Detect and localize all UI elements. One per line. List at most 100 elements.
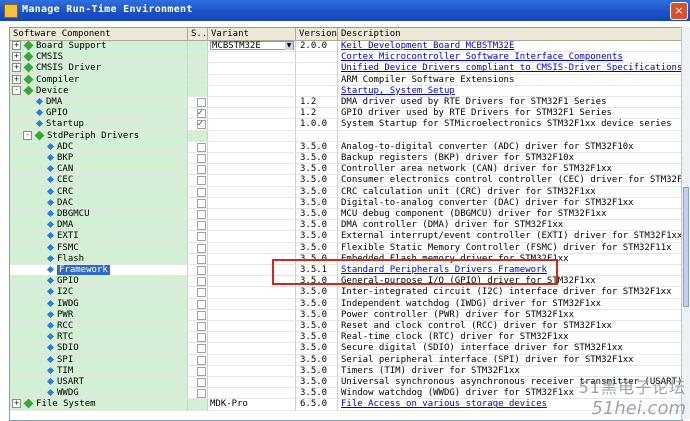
variant-cell[interactable] <box>208 220 296 232</box>
select-checkbox[interactable] <box>197 108 206 119</box>
table-row[interactable]: CAN 3.5.0 Controller area network (CAN) dr… <box>10 164 682 176</box>
select-checkbox[interactable] <box>197 310 206 320</box>
component-cell[interactable]: RCC <box>10 321 188 333</box>
component-cell[interactable]: GPIO <box>10 108 188 120</box>
variant-cell[interactable] <box>208 309 296 321</box>
select-checkbox[interactable] <box>197 333 206 343</box>
component-cell[interactable]: I2C <box>10 287 188 299</box>
component-cell[interactable]: CRC <box>10 186 188 198</box>
select-checkbox[interactable] <box>197 142 206 152</box>
select-cell[interactable] <box>188 220 208 232</box>
table-row[interactable]: ADC 3.5.0 Analog-to-digital converter (ADC… <box>10 141 682 153</box>
select-cell[interactable] <box>188 197 208 209</box>
table-row[interactable]: DMA 1.2 DMA driver used by RTE Drivers for… <box>10 97 682 109</box>
variant-cell[interactable] <box>208 74 296 86</box>
table-row[interactable]: - Device Startup, System Setup <box>10 85 682 97</box>
description-cell[interactable]: Keil Development Board MCBSTM32E <box>338 41 682 53</box>
description-link[interactable]: File Access on various storage devices <box>341 399 547 409</box>
table-row[interactable]: IWDG 3.5.0 Independent watchdog (IWDG) dri… <box>10 298 682 310</box>
component-cell[interactable]: + File System <box>10 399 188 411</box>
variant-cell[interactable] <box>208 97 296 109</box>
variant-cell[interactable] <box>208 52 296 64</box>
component-cell[interactable]: Framework <box>10 265 188 277</box>
select-checkbox[interactable] <box>197 221 206 231</box>
variant-cell[interactable] <box>208 377 296 389</box>
select-checkbox[interactable] <box>197 266 206 275</box>
variant-cell[interactable] <box>208 175 296 187</box>
select-checkbox[interactable] <box>197 165 206 175</box>
select-cell[interactable] <box>188 108 208 120</box>
select-cell[interactable] <box>188 52 208 64</box>
table-row[interactable]: BKP 3.5.0 Backup registers (BKP) driver fo… <box>10 153 682 165</box>
select-cell[interactable] <box>188 332 208 344</box>
component-cell[interactable]: + Board Support <box>10 41 188 53</box>
table-row[interactable]: RCC 3.5.0 Reset and clock control (RCC) dr… <box>10 321 682 333</box>
select-checkbox[interactable] <box>197 299 206 309</box>
variant-cell[interactable] <box>208 343 296 355</box>
select-cell[interactable] <box>188 85 208 97</box>
table-row[interactable]: EXTI 3.5.0 External interrupt/event contro… <box>10 231 682 243</box>
component-cell[interactable]: RTC <box>10 332 188 344</box>
select-checkbox[interactable] <box>197 119 206 130</box>
select-cell[interactable] <box>188 63 208 75</box>
close-button[interactable]: × <box>670 2 688 20</box>
variant-cell[interactable]: MDK-Pro <box>208 399 296 411</box>
select-cell[interactable] <box>188 141 208 153</box>
variant-cell[interactable] <box>208 365 296 377</box>
select-checkbox[interactable] <box>197 154 206 163</box>
description-cell[interactable]: Cortex Microcontroller Software Interfac… <box>338 52 682 64</box>
select-checkbox[interactable] <box>197 98 206 107</box>
component-cell[interactable]: + CMSIS Driver <box>10 63 188 75</box>
select-checkbox[interactable] <box>197 378 206 387</box>
select-cell[interactable] <box>188 298 208 310</box>
select-checkbox[interactable] <box>197 243 206 253</box>
select-cell[interactable] <box>188 354 208 366</box>
variant-cell[interactable] <box>208 63 296 75</box>
variant-cell[interactable] <box>208 197 296 209</box>
variant-cell[interactable] <box>208 242 296 254</box>
component-cell[interactable]: USART <box>10 377 188 389</box>
table-row[interactable]: DAC 3.5.0 Digital-to-analog converter (DAC… <box>10 197 682 209</box>
select-cell[interactable] <box>188 276 208 288</box>
description-cell[interactable]: Unified Device Drivers compliant to CMSI… <box>338 63 682 75</box>
variant-cell[interactable] <box>208 388 296 400</box>
select-cell[interactable] <box>188 377 208 389</box>
variant-cell[interactable] <box>208 164 296 176</box>
variant-cell[interactable] <box>208 287 296 299</box>
select-checkbox[interactable] <box>197 198 206 208</box>
select-cell[interactable] <box>188 265 208 277</box>
select-checkbox[interactable] <box>197 277 206 287</box>
table-row[interactable]: + Compiler ARM Compiler Software Extension… <box>10 74 682 86</box>
scrollbar-thumb[interactable] <box>683 187 689 307</box>
component-cell[interactable]: Startup <box>10 119 188 131</box>
component-cell[interactable]: TIM <box>10 365 188 377</box>
component-cell[interactable]: FSMC <box>10 242 188 254</box>
description-link[interactable]: Keil Development Board MCBSTM32E <box>341 41 514 51</box>
select-checkbox[interactable] <box>197 254 206 264</box>
column-header-sel[interactable]: S... <box>188 28 213 41</box>
table-row[interactable]: + Board Support MCBSTM32E ▼ 2.0.0 Keil Develo… <box>10 41 682 53</box>
variant-cell[interactable] <box>208 209 296 221</box>
component-cell[interactable]: DBGMCU <box>10 209 188 221</box>
select-cell[interactable] <box>188 287 208 299</box>
component-cell[interactable]: DAC <box>10 197 188 209</box>
variant-cell[interactable] <box>208 85 296 97</box>
expand-toggle-icon[interactable]: + <box>12 74 21 84</box>
component-cell[interactable]: SDIO <box>10 343 188 355</box>
select-cell[interactable] <box>188 130 208 142</box>
component-cell[interactable]: DMA <box>10 97 188 109</box>
expand-toggle-icon[interactable]: - <box>23 130 32 140</box>
component-cell[interactable]: BKP <box>10 153 188 165</box>
select-checkbox[interactable] <box>197 355 206 365</box>
component-cell[interactable]: + CMSIS <box>10 52 188 64</box>
variant-cell[interactable] <box>208 298 296 310</box>
variant-select[interactable]: MCBSTM32E ▼ <box>210 41 294 51</box>
component-cell[interactable]: ADC <box>10 141 188 153</box>
expand-toggle-icon[interactable]: + <box>12 399 21 409</box>
select-cell[interactable] <box>188 242 208 254</box>
description-link[interactable]: Cortex Microcontroller Software Interfac… <box>341 52 623 62</box>
expand-toggle-icon[interactable]: + <box>12 63 21 73</box>
component-cell[interactable]: DMA <box>10 220 188 232</box>
variant-cell[interactable] <box>208 231 296 243</box>
component-cell[interactable]: SPI <box>10 354 188 366</box>
